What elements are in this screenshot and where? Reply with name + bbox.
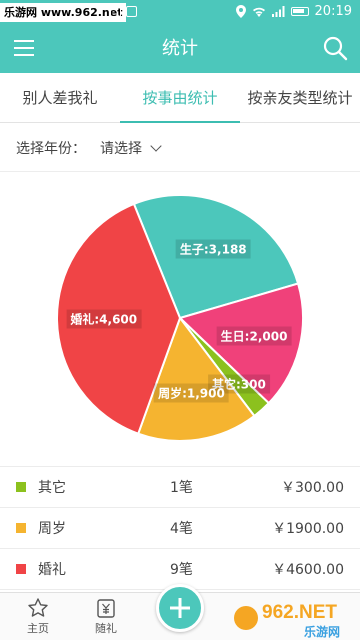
signal-icon: [271, 6, 285, 17]
item-name: 其它: [38, 480, 66, 496]
system-icons: 20:19: [235, 4, 352, 19]
pie-chart-svg: [56, 194, 304, 442]
notification-icons: [110, 6, 137, 17]
item-amount: ￥300.00: [281, 480, 344, 496]
wifi-icon: [252, 7, 265, 17]
clock: 20:19: [314, 4, 352, 19]
chevron-down-icon: [150, 139, 162, 152]
category-list: 其它 1笔 ￥300.00 周岁 4笔 ￥1900.00 婚礼 9笔 ￥4600…: [0, 466, 360, 590]
nav-gift[interactable]: 随礼: [86, 597, 126, 636]
color-swatch: [16, 482, 26, 492]
site-logo: 962.NET 乐游网: [234, 602, 340, 639]
item-count: 4笔: [170, 521, 193, 537]
nav-gift-label: 随礼: [95, 622, 117, 635]
svg-text:乐游网: 乐游网: [304, 624, 340, 639]
gift-money-icon: [97, 599, 115, 618]
add-button[interactable]: [156, 584, 204, 632]
notification-icon: [110, 6, 121, 17]
tab-by-occasion[interactable]: 按事由统计: [120, 73, 240, 123]
status-bar: 乐游网 www.962.net 20:19: [0, 0, 360, 25]
nav-home[interactable]: 主页: [18, 597, 58, 636]
pie-label-生子: 生子:3,188: [175, 239, 251, 259]
item-count: 1笔: [170, 480, 193, 496]
app-header: 统计: [0, 25, 360, 73]
svg-text:962.NET: 962.NET: [262, 602, 337, 623]
list-item[interactable]: 周岁 4笔 ￥1900.00: [0, 508, 360, 549]
color-swatch: [16, 564, 26, 574]
item-name: 婚礼: [38, 562, 66, 578]
pie-label-周岁: 周岁:1,900: [154, 383, 229, 403]
item-amount: ￥1900.00: [272, 521, 344, 537]
search-icon[interactable]: [322, 35, 348, 61]
battery-icon: [290, 7, 309, 16]
page-title: 统计: [162, 38, 198, 59]
year-label: 选择年份：: [16, 140, 86, 157]
location-icon: [235, 5, 246, 18]
list-item[interactable]: 其它 1笔 ￥300.00: [0, 467, 360, 508]
tab-by-relation[interactable]: 按亲友类型统计: [240, 73, 360, 122]
tab-bar: 别人差我礼 按事由统计 按亲友类型统计: [0, 73, 360, 123]
pie-label-生日: 生日:2,000: [216, 326, 292, 346]
color-swatch: [16, 523, 26, 533]
notification-icon: [126, 6, 137, 17]
pie-label-婚礼: 婚礼:4,600: [66, 309, 142, 329]
year-filter: 选择年份： 请选择: [0, 124, 360, 172]
nav-home-label: 主页: [27, 622, 49, 635]
item-name: 周岁: [38, 521, 66, 537]
year-select[interactable]: 请选择: [100, 138, 162, 158]
star-icon: [28, 598, 48, 617]
pie-chart: 生子:3,188 生日:2,000 其它:300 周岁:1,900 婚礼:4,600: [0, 173, 360, 463]
year-select-value: 请选择: [100, 140, 142, 157]
watermark: 乐游网 www.962.net: [0, 3, 127, 22]
item-count: 9笔: [170, 562, 193, 578]
item-amount: ￥4600.00: [272, 562, 344, 578]
tab-others-owe[interactable]: 别人差我礼: [0, 73, 120, 122]
